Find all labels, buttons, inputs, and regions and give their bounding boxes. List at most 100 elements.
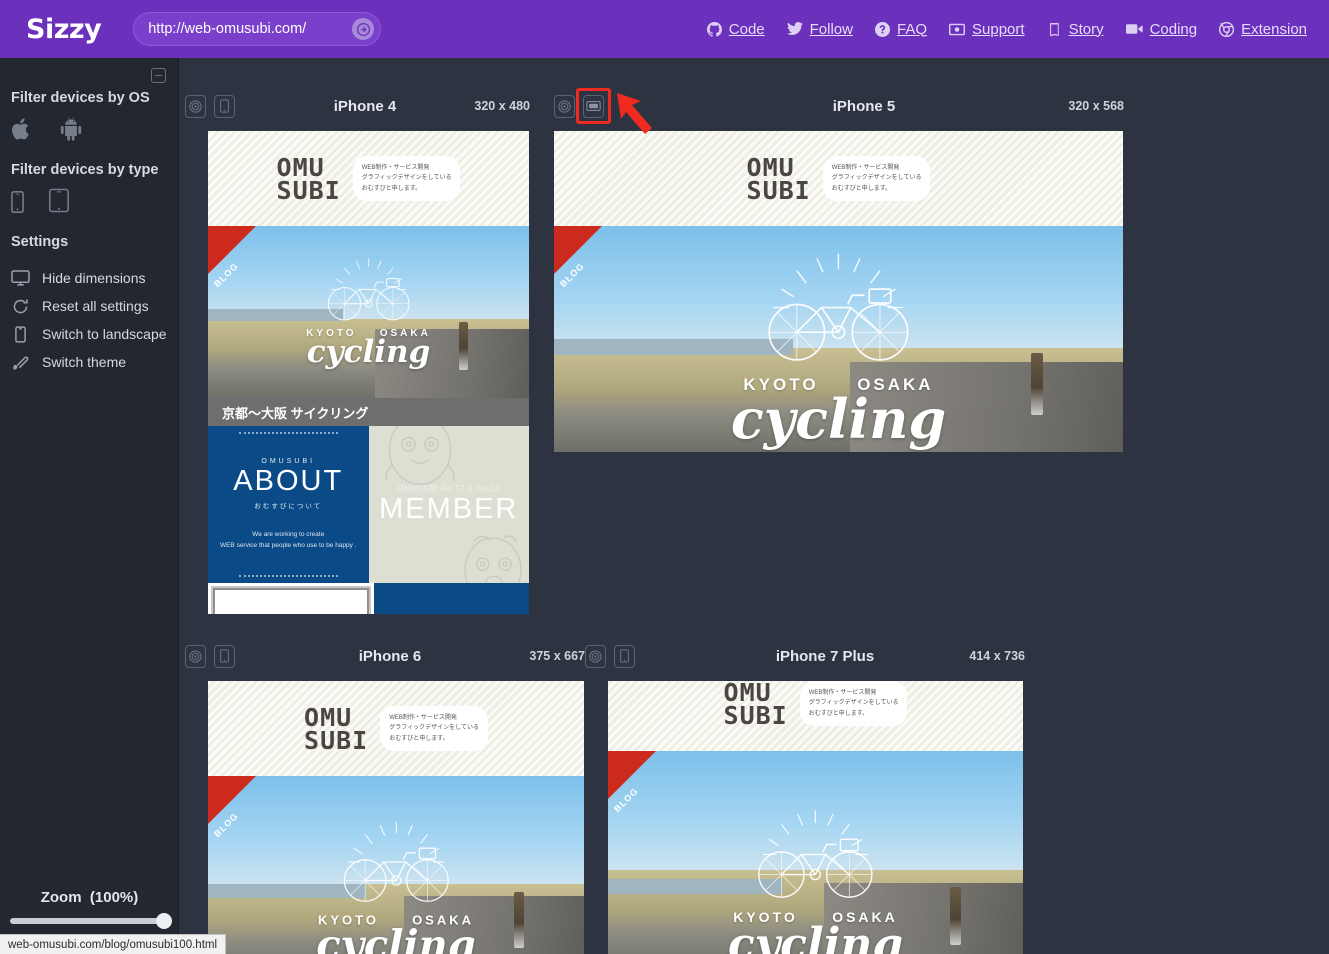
device-header-iphone-6: iPhone 6 375 x 667 xyxy=(185,641,585,671)
screenshot-icon[interactable] xyxy=(585,644,606,668)
setting-switch-theme[interactable]: Switch theme xyxy=(9,348,179,376)
nav-label: FAQ xyxy=(897,20,928,38)
tagline-2: グラフィックデザインをしている xyxy=(389,725,479,732)
nav-item-support[interactable]: Support xyxy=(949,21,1025,38)
rotate-portrait-icon[interactable] xyxy=(614,644,635,668)
status-bar: web-omusubi.com/blog/omusubi100.html xyxy=(0,934,227,954)
footer-strip xyxy=(208,583,529,614)
tagline-3: おむすびと申します。 xyxy=(361,185,422,192)
tagline-2: グラフィックデザインをしている xyxy=(808,700,899,707)
url-input[interactable]: http://web-omusubi.com/ xyxy=(148,21,352,37)
zoom-slider-handle[interactable] xyxy=(156,913,172,929)
tagline-1: WEB制作・サービス開発 xyxy=(389,715,457,722)
nav-label: Support xyxy=(972,20,1025,38)
device-header-iphone-7-plus: iPhone 7 Plus 414 x 736 xyxy=(585,641,1025,671)
url-go-icon[interactable] xyxy=(352,18,375,40)
question-circle-icon xyxy=(875,21,890,37)
refresh-icon xyxy=(9,298,31,315)
screenshot-icon[interactable] xyxy=(185,94,206,118)
device-dimensions: 320 x 480 xyxy=(474,99,530,113)
hero-badge: KYOTO OSAKA cycling xyxy=(306,257,431,367)
hero-banner[interactable]: BLOG KYOTO OSAKA cycling xyxy=(208,776,584,954)
site-logo: OMU SUBI xyxy=(747,155,811,203)
apple-icon[interactable] xyxy=(11,116,33,142)
hero-badge: KYOTO OSAKA cycling xyxy=(730,252,947,452)
url-input-wrapper[interactable]: http://web-omusubi.com/ xyxy=(133,12,382,46)
phone-icon[interactable] xyxy=(11,191,24,213)
logo-line-2: SUBI xyxy=(304,725,369,755)
blog-ribbon: BLOG xyxy=(554,226,602,289)
nav-item-follow[interactable]: Follow xyxy=(786,20,853,38)
site-tagline-bubble: WEB制作・サービス開発 グラフィックデザインをしている おむすびと申します。 xyxy=(351,156,461,201)
device-dimensions: 414 x 736 xyxy=(969,649,1025,663)
site-header: OMU SUBI WEB制作・サービス開発 グラフィックデザインをしている おむ… xyxy=(608,681,1023,751)
nav-label: Code xyxy=(728,20,765,38)
settings-list: Hide dimensions Reset all settings Switc… xyxy=(9,264,179,376)
setting-reset-all[interactable]: Reset all settings xyxy=(9,292,179,320)
mascot-bottom-doodle-icon xyxy=(451,525,529,583)
site-tagline-bubble: WEB制作・サービス開発 グラフィックデザインをしている おむすびと申します。 xyxy=(798,681,908,726)
nav-label: Coding xyxy=(1149,20,1198,38)
tablet-icon[interactable] xyxy=(49,188,69,213)
rotate-portrait-icon[interactable] xyxy=(214,644,235,668)
site-header: OMU SUBI WEB制作・サービス開発 グラフィックデザインをしている おむ… xyxy=(208,681,584,776)
site-logo: OMU SUBI xyxy=(723,681,788,730)
zoom-slider[interactable] xyxy=(10,913,172,929)
setting-hide-dimensions[interactable]: Hide dimensions xyxy=(9,264,179,292)
logo-line-2: SUBI xyxy=(723,700,788,730)
device-header-iphone-4: iPhone 4 320 x 480 xyxy=(185,91,530,121)
device-icons-iphone-6 xyxy=(185,644,235,668)
about-card[interactable]: OMUSUBI ABOUT おむすびについて We are working to… xyxy=(208,426,369,583)
device-preview-iphone-6[interactable]: OMU SUBI WEB制作・サービス開発 グラフィックデザインをしている おむ… xyxy=(208,681,584,954)
sidebar: Filter devices by OS Filter devices by t… xyxy=(0,58,179,954)
setting-label: Switch to landscape xyxy=(42,326,167,342)
device-title: iPhone 7 Plus xyxy=(775,647,875,665)
android-icon[interactable] xyxy=(58,116,84,142)
app-logo: Sizzy xyxy=(26,13,102,45)
site-logo: OMU SUBI xyxy=(276,155,341,205)
hero-script: cycling xyxy=(727,919,904,954)
about-body-1: We are working to create xyxy=(252,531,325,539)
nav-item-code[interactable]: Code xyxy=(706,20,765,38)
nav-label: Story xyxy=(1068,20,1104,38)
brush-icon xyxy=(9,354,31,371)
nav-label: Follow xyxy=(809,20,853,38)
device-icons-iphone-5 xyxy=(554,94,604,118)
about-member-row: OMUSUBI ABOUT おむすびについて We are working to… xyxy=(208,426,529,583)
book-icon xyxy=(1047,22,1062,37)
screenshot-icon[interactable] xyxy=(554,94,575,118)
hero-script: cycling xyxy=(730,387,947,452)
rotate-landscape-icon[interactable] xyxy=(583,94,604,118)
device-dimensions: 320 x 568 xyxy=(1068,99,1124,113)
sidebar-heading-os: Filter devices by OS xyxy=(11,90,150,106)
chrome-icon xyxy=(1219,21,1235,37)
footer-blue-block xyxy=(373,583,529,614)
os-filter-group xyxy=(11,116,84,142)
device-preview-iphone-7-plus[interactable]: OMU SUBI WEB制作・サービス開発 グラフィックデザインをしている おむ… xyxy=(608,681,1023,954)
hero-banner[interactable]: BLOG KYOTO OSAKA cycling xyxy=(608,751,1023,954)
site-header: OMU SUBI WEB制作・サービス開発 グラフィックデザインをしている おむ… xyxy=(554,131,1123,226)
setting-switch-landscape[interactable]: Switch to landscape xyxy=(9,320,179,348)
collapse-minus-icon[interactable] xyxy=(151,68,166,83)
member-card[interactable]: OMUSUBI No.17 & No.18 MEMBER xyxy=(368,426,529,583)
device-preview-iphone-5[interactable]: OMU SUBI WEB制作・サービス開発 グラフィックデザインをしている おむ… xyxy=(554,131,1123,452)
hero-banner[interactable]: BLOG KYOTO OSAKA cycling xyxy=(208,226,529,398)
hero-banner[interactable]: BLOG KYOTO OSAKA cycling xyxy=(554,226,1123,452)
device-preview-iphone-4[interactable]: OMU SUBI WEB制作・サービス開発 グラフィックデザインをしている おむ… xyxy=(208,131,529,614)
about-body-2: WEB service that people who use to be ha… xyxy=(219,541,357,549)
tagline-1: WEB制作・サービス開発 xyxy=(831,165,900,172)
nav-item-faq[interactable]: FAQ xyxy=(875,21,927,38)
nav-item-story[interactable]: Story xyxy=(1047,21,1104,38)
footer-input-box[interactable] xyxy=(211,586,371,614)
screenshot-icon[interactable] xyxy=(185,644,206,668)
rotate-portrait-icon[interactable] xyxy=(214,94,235,118)
device-title: iPhone 4 xyxy=(333,97,397,115)
nav-item-coding[interactable]: Coding xyxy=(1125,20,1198,38)
setting-label: Switch theme xyxy=(42,354,127,370)
hero-script: cycling xyxy=(316,921,476,954)
logo-line-2: SUBI xyxy=(276,175,341,205)
zoom-control: Zoom (100%) xyxy=(0,889,179,929)
tagline-2: グラフィックデザインをしている xyxy=(361,175,452,182)
nav-item-extension[interactable]: Extension xyxy=(1219,21,1307,38)
video-camera-icon xyxy=(1125,23,1143,35)
